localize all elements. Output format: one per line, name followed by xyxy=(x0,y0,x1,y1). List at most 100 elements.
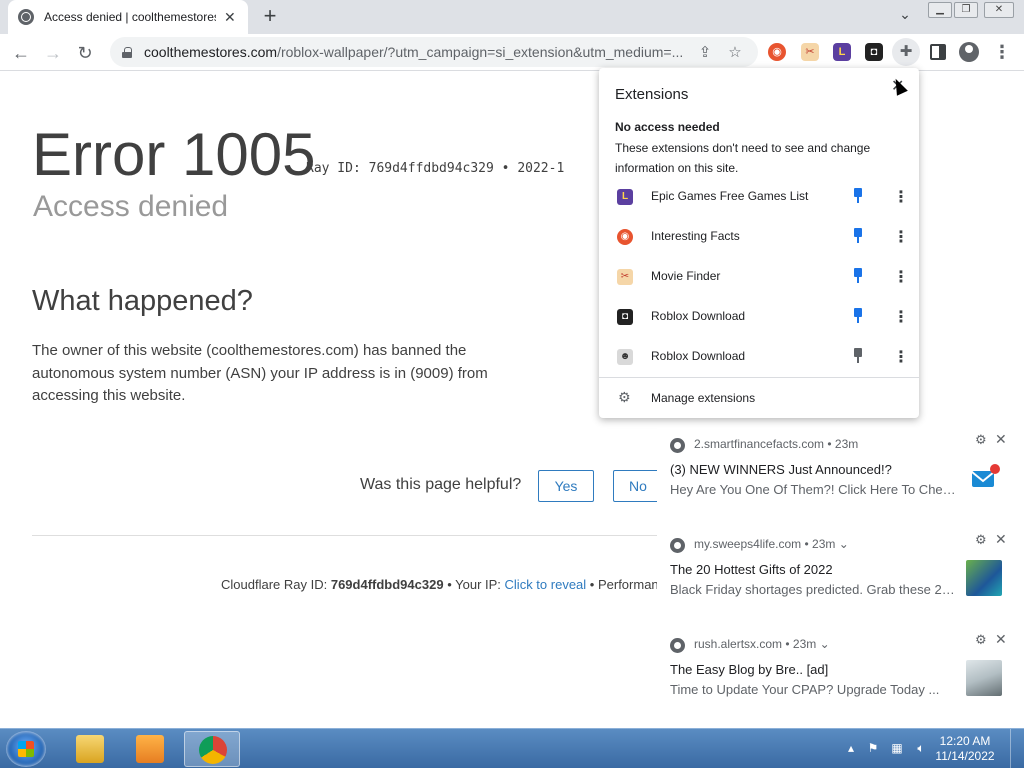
tab-search-chevron-icon[interactable]: ⌄ xyxy=(894,6,916,28)
extension-name: Epic Games Free Games List xyxy=(651,189,809,203)
extensions-puzzle-icon[interactable]: ✚ xyxy=(892,38,920,66)
window-close-button[interactable]: ✕ xyxy=(984,2,1014,18)
chrome-icon xyxy=(670,538,685,553)
extension-name: Movie Finder xyxy=(651,269,721,283)
cloudflare-footer: Cloudflare Ray ID: 769d4ffdbd94c329 • Yo… xyxy=(221,577,665,592)
minimize-button[interactable]: ▁ xyxy=(928,2,952,18)
ray-id-line: Ray ID: 769d4ffdbd94c329 • 2022-1 xyxy=(306,161,565,176)
chrome-icon xyxy=(199,736,227,764)
share-icon[interactable]: ⇪ xyxy=(694,43,716,61)
side-panel-icon[interactable] xyxy=(930,44,946,60)
gear-icon: ⚙ xyxy=(618,389,631,405)
url-text[interactable]: coolthemestores.com/roblox-wallpaper/?ut… xyxy=(144,44,686,60)
pin-icon[interactable] xyxy=(852,268,864,284)
helpful-question: Was this page helpful? xyxy=(360,476,522,493)
more-vert-icon[interactable]: ⋮ xyxy=(893,347,909,367)
extension-item[interactable]: ✂ Movie Finder ⋮ xyxy=(599,257,919,297)
lock-icon[interactable] xyxy=(122,46,132,58)
pin-icon[interactable] xyxy=(852,228,864,244)
new-tab-button[interactable]: + xyxy=(258,4,282,28)
unpinned-icon[interactable] xyxy=(852,348,864,364)
restore-button[interactable]: ❐ xyxy=(954,2,978,18)
notification-source: 2.smartfinancefacts.com • 23m xyxy=(694,437,859,451)
taskbar-clock[interactable]: 12:20 AM 11/14/2022 xyxy=(930,734,1000,764)
notification-close-icon[interactable]: ✕ xyxy=(995,431,1007,448)
notification-body: Time to Update Your CPAP? Upgrade Today … xyxy=(670,682,940,697)
reload-button[interactable]: ↻ xyxy=(72,40,98,66)
url-path: /roblox-wallpaper/?utm_campaign=si_exten… xyxy=(277,44,684,60)
notification-close-icon[interactable]: ✕ xyxy=(995,631,1007,648)
folder-icon xyxy=(76,735,104,763)
what-happened-heading: What happened? xyxy=(32,285,253,317)
globe-icon xyxy=(18,9,34,25)
manage-extensions-label: Manage extensions xyxy=(651,391,756,405)
extension-item[interactable]: ◉ Interesting Facts ⋮ xyxy=(599,217,919,257)
tab-strip: Access denied | coolthemestores ✕ + ⌄ ▁ … xyxy=(0,0,1024,34)
start-button[interactable] xyxy=(6,731,46,767)
chrome-menu-icon[interactable]: ⋮ xyxy=(992,42,1012,62)
extension-item[interactable]: ☻ Roblox Download ⋮ xyxy=(599,337,919,377)
more-vert-icon[interactable]: ⋮ xyxy=(893,187,909,207)
media-player-task-button[interactable] xyxy=(122,731,178,767)
notification-source: rush.alertsx.com • 23m ⌄ xyxy=(694,637,830,651)
volume-icon[interactable]: 🔈︎ xyxy=(914,741,928,755)
extension-item[interactable]: L Epic Games Free Games List ⋮ xyxy=(599,177,919,217)
address-bar[interactable]: coolthemestores.com/roblox-wallpaper/?ut… xyxy=(110,37,758,67)
roblox-toolbar-icon[interactable]: ◘ xyxy=(865,43,883,61)
footer-ray-id: 769d4ffdbd94c329 xyxy=(330,577,444,592)
extension-name: Interesting Facts xyxy=(651,229,740,243)
chrome-icon xyxy=(670,638,685,653)
notification-card[interactable]: my.sweeps4life.com • 23m ⌄ ⚙ ✕ The 20 Ho… xyxy=(657,528,1014,616)
pin-icon[interactable] xyxy=(852,188,864,204)
clock-time: 12:20 AM xyxy=(939,734,991,748)
manage-extensions-button[interactable]: ⚙ Manage extensions xyxy=(599,378,919,418)
action-center-flag-icon[interactable]: ⚑ xyxy=(866,741,880,755)
url-host: coolthemestores.com xyxy=(144,44,278,60)
reveal-ip-link[interactable]: Click to reveal xyxy=(505,577,587,592)
tab-active[interactable]: Access denied | coolthemestores ✕ xyxy=(8,0,248,34)
interesting-facts-toolbar-icon[interactable]: ◉ xyxy=(768,43,786,61)
movie-finder-toolbar-icon[interactable]: ✂ xyxy=(801,43,819,61)
notification-card[interactable]: rush.alertsx.com • 23m ⌄ ⚙ ✕ The Easy Bl… xyxy=(657,628,1014,716)
interesting-facts-icon: ◉ xyxy=(617,229,633,245)
extension-name: Roblox Download xyxy=(651,309,746,323)
notification-source: my.sweeps4life.com • 23m ⌄ xyxy=(694,537,849,551)
feedback-no-button[interactable]: No xyxy=(613,470,663,502)
extension-name: Roblox Download xyxy=(651,349,746,363)
notification-title: (3) NEW WINNERS Just Announced!? xyxy=(670,462,892,477)
notification-body: Hey Are You One Of Them?! Click Here To … xyxy=(670,482,957,497)
show-desktop-button[interactable] xyxy=(1010,729,1024,768)
explorer-task-button[interactable] xyxy=(62,731,118,767)
roblox-character-icon: ☻ xyxy=(617,349,633,365)
chrome-task-button[interactable] xyxy=(184,731,240,767)
more-vert-icon[interactable]: ⋮ xyxy=(893,227,909,247)
notification-settings-icon[interactable]: ⚙ xyxy=(975,532,987,548)
forward-button[interactable]: → xyxy=(40,40,66,66)
more-vert-icon[interactable]: ⋮ xyxy=(893,307,909,327)
no-access-description: These extensions don't need to see and c… xyxy=(615,141,871,175)
notification-card[interactable]: 2.smartfinancefacts.com • 23m ⚙ ✕ (3) NE… xyxy=(657,428,1014,516)
pin-icon[interactable] xyxy=(852,308,864,324)
chrome-icon xyxy=(670,438,685,453)
notification-close-icon[interactable]: ✕ xyxy=(995,531,1007,548)
browser-toolbar: ← → ↻ coolthemestores.com/roblox-wallpap… xyxy=(0,34,1024,71)
network-icon[interactable]: ▦ xyxy=(890,741,904,755)
notification-settings-icon[interactable]: ⚙ xyxy=(975,432,987,448)
tab-close-icon[interactable]: ✕ xyxy=(224,9,236,26)
cpap-photo xyxy=(966,660,1002,696)
profile-avatar-icon[interactable] xyxy=(959,42,979,62)
epic-games-toolbar-icon[interactable]: L xyxy=(833,43,851,61)
notification-settings-icon[interactable]: ⚙ xyxy=(975,632,987,648)
feedback-yes-button[interactable]: Yes xyxy=(538,470,594,502)
extensions-heading: Extensions xyxy=(615,86,689,103)
mail-icon xyxy=(966,460,1002,496)
footer-performance: • Performanc xyxy=(589,577,666,592)
back-button[interactable]: ← xyxy=(8,40,34,66)
extension-item[interactable]: ◘ Roblox Download ⋮ xyxy=(599,297,919,337)
access-denied-subtitle: Access denied xyxy=(33,190,229,223)
footer-ip-label: • Your IP: xyxy=(447,577,501,592)
more-vert-icon[interactable]: ⋮ xyxy=(893,267,909,287)
bookmark-star-icon[interactable]: ☆ xyxy=(724,43,746,61)
show-hidden-icons-icon[interactable]: ▴ xyxy=(844,741,858,755)
media-player-icon xyxy=(136,735,164,763)
